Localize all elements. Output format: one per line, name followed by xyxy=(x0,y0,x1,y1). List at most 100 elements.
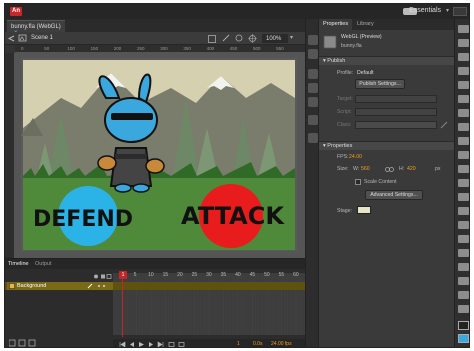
bone-tool-icon[interactable] xyxy=(458,207,469,215)
document-tab-label: bunny.fla (WebGL) xyxy=(11,24,61,30)
lasso-tool-icon[interactable] xyxy=(458,81,469,89)
frame-number: 45 xyxy=(249,272,256,278)
zoom-dropdown-icon[interactable]: ▾ xyxy=(290,34,293,41)
transform-panel-icon[interactable] xyxy=(308,97,318,107)
color-panel-icon[interactable] xyxy=(308,115,318,125)
app-logo: An xyxy=(10,7,22,16)
zoom-tool-icon[interactable] xyxy=(458,305,469,313)
ruler-tick-label: 150 xyxy=(90,46,99,51)
ruler-tick-label: 100 xyxy=(67,46,75,51)
ruler-tick-label: 450 xyxy=(229,46,238,51)
center-stage-icon[interactable] xyxy=(248,34,257,43)
target-select[interactable] xyxy=(355,95,437,103)
back-arrow-icon[interactable] xyxy=(8,35,15,42)
attack-text: ATTACK xyxy=(181,202,285,230)
ruler-tick-label: 400 xyxy=(206,46,215,51)
frame-number: 15 xyxy=(162,272,169,278)
pencil-tool-icon[interactable] xyxy=(458,165,469,173)
ruler-tick-label: 250 xyxy=(137,46,145,51)
publish-section[interactable]: ▾ Publish xyxy=(319,56,454,65)
width-value[interactable]: 560 xyxy=(361,166,370,172)
free-transform-tool-icon[interactable] xyxy=(458,53,469,61)
workspace-dropdown-icon[interactable]: ▾ xyxy=(446,7,449,14)
paint-brush-tool-icon[interactable] xyxy=(458,193,469,201)
tab-output[interactable]: Output xyxy=(35,261,52,267)
stage-canvas[interactable]: DEFEND ATTACK xyxy=(21,58,297,251)
layer-name[interactable]: Background xyxy=(17,283,46,289)
search-input[interactable] xyxy=(453,7,467,16)
eyedropper-tool-icon[interactable] xyxy=(458,235,469,243)
document-tabs: bunny.fla (WebGL) × xyxy=(5,19,305,36)
library-panel-icon[interactable] xyxy=(308,49,318,59)
fill-color-swatch[interactable] xyxy=(458,334,469,343)
edit-class-icon[interactable] xyxy=(440,121,448,129)
subselection-tool-icon[interactable] xyxy=(458,39,469,47)
playback-controls[interactable] xyxy=(119,341,194,348)
line-tool-icon[interactable] xyxy=(458,123,469,131)
playhead[interactable] xyxy=(122,271,123,337)
class-label: Class: xyxy=(337,122,352,128)
tab-library[interactable]: Library xyxy=(353,19,378,30)
timeline-tabs: Timeline Output xyxy=(5,259,305,269)
frame-number: 50 xyxy=(264,272,270,278)
target-label: Target: xyxy=(337,96,353,102)
layer-selected[interactable]: Background xyxy=(7,282,113,290)
ruler-tick-label: 50 xyxy=(44,46,50,51)
edit-symbol-icon[interactable] xyxy=(235,34,243,42)
scale-content-checkbox[interactable] xyxy=(355,179,361,185)
tab-timeline[interactable]: Timeline xyxy=(8,261,29,267)
vertical-ruler xyxy=(5,53,15,258)
layer-header-icons[interactable] xyxy=(93,273,113,280)
document-tab[interactable]: bunny.fla (WebGL) × xyxy=(7,20,65,36)
timeline-controls: 1 0.0s 24.00 fps xyxy=(113,339,305,348)
stroke-color-swatch[interactable] xyxy=(458,321,469,330)
frame-number: 30 xyxy=(206,272,212,278)
width-label: W: xyxy=(353,166,360,172)
pen-tool-icon[interactable] xyxy=(458,95,469,103)
clip-icon[interactable] xyxy=(208,35,216,43)
profile-label: Profile: xyxy=(337,70,354,76)
edit-scene-icon[interactable] xyxy=(222,34,230,42)
class-input[interactable] xyxy=(355,121,437,129)
text-tool-icon[interactable] xyxy=(458,109,469,117)
scene-label[interactable]: Scene 1 xyxy=(31,35,53,41)
paint-bucket-tool-icon[interactable] xyxy=(458,221,469,229)
3d-rotation-tool-icon[interactable] xyxy=(458,67,469,75)
frame-number: 60 xyxy=(293,272,299,278)
swatches-panel-icon[interactable] xyxy=(308,133,318,143)
info-panel-icon[interactable] xyxy=(308,69,318,79)
width-tool-icon[interactable] xyxy=(458,263,469,271)
scene-bar: Scene 1 100% ▾ xyxy=(5,32,305,45)
pencil-icon xyxy=(87,283,105,289)
hand-tool-icon[interactable] xyxy=(458,291,469,299)
doc-type: WebGL (Preview) xyxy=(341,34,382,40)
properties-panel: Properties Library WebGL (Preview) bunny… xyxy=(319,19,454,347)
time-readout[interactable]: 0.0s xyxy=(253,341,262,347)
fps-value[interactable]: 24.00 xyxy=(349,154,362,160)
fps-readout[interactable]: 24.00 fps xyxy=(271,341,292,347)
defend-text: DEFEND xyxy=(33,207,133,232)
zoom-field[interactable]: 100% xyxy=(262,34,288,43)
playhead-marker[interactable]: 1 xyxy=(119,271,127,279)
properties-panel-icon[interactable] xyxy=(308,35,318,45)
publish-settings-button[interactable]: Publish Settings... xyxy=(355,79,405,89)
layer-buttons[interactable] xyxy=(9,339,49,347)
eraser-tool-icon[interactable] xyxy=(458,249,469,257)
link-icon[interactable] xyxy=(385,166,394,173)
workspace-label[interactable]: Essentials xyxy=(409,7,441,14)
selection-tool-icon[interactable] xyxy=(458,25,469,33)
brush-tool-icon[interactable] xyxy=(458,179,469,187)
rectangle-tool-icon[interactable] xyxy=(458,137,469,145)
camera-tool-icon[interactable] xyxy=(458,277,469,285)
align-panel-icon[interactable] xyxy=(308,83,318,93)
tab-properties[interactable]: Properties xyxy=(319,19,353,30)
script-select[interactable] xyxy=(355,108,437,116)
properties-section[interactable]: ▾ Properties xyxy=(319,141,454,150)
advanced-settings-button[interactable]: Advanced Settings... xyxy=(365,190,423,200)
height-value[interactable]: 420 xyxy=(407,166,416,172)
frame-number: 25 xyxy=(191,272,198,278)
oval-tool-icon[interactable] xyxy=(458,151,469,159)
current-frame-readout[interactable]: 1 xyxy=(237,341,240,347)
document-icon xyxy=(323,35,337,49)
stage-color-swatch[interactable] xyxy=(357,206,371,214)
